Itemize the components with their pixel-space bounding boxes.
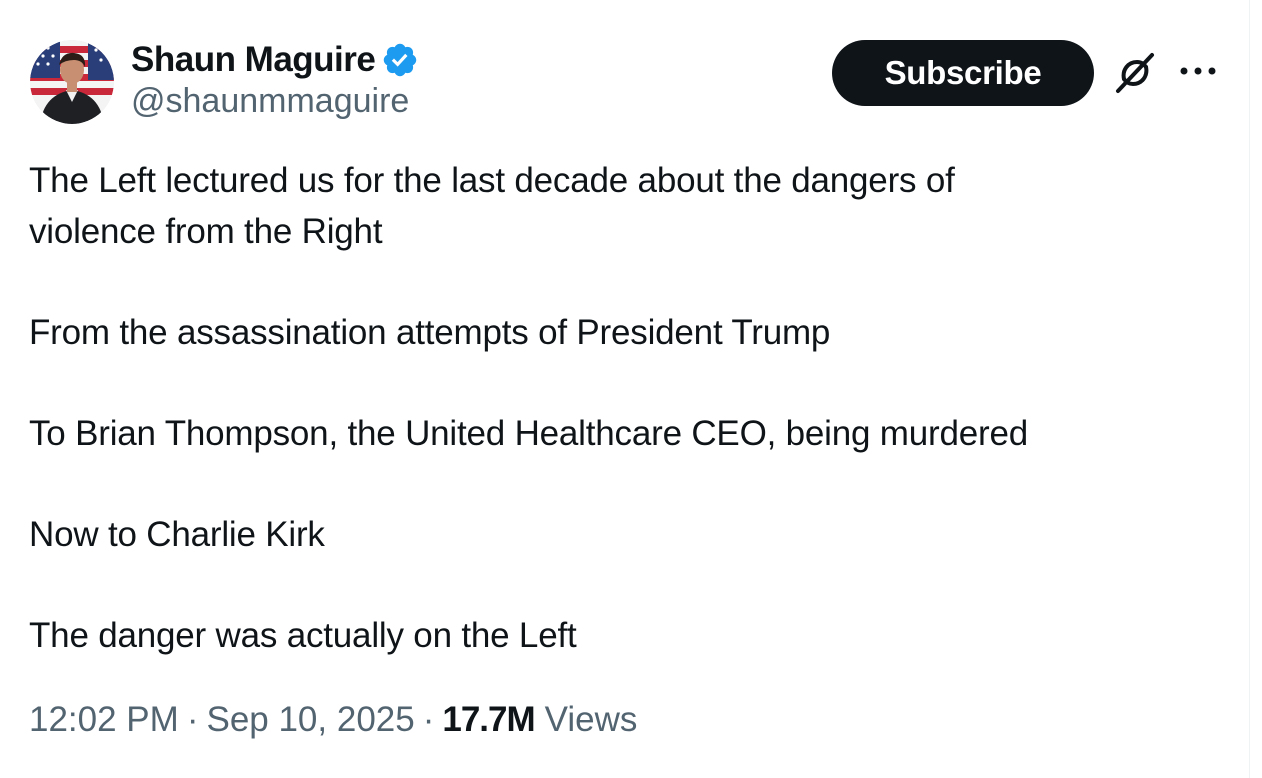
author-display-name[interactable]: Shaun Maguire [131, 40, 376, 80]
avatar[interactable] [30, 40, 114, 124]
meta-separator: · [422, 700, 435, 739]
tweet-text: The Left lectured us for the last decade… [29, 156, 1209, 662]
tweet-line: violence from the Right [29, 211, 383, 251]
right-divider [1249, 0, 1262, 778]
subscribe-button[interactable]: Subscribe [832, 40, 1094, 106]
author-name-row: Shaun Maguire [131, 38, 419, 82]
avatar-image [30, 40, 114, 124]
tweet-line: The Left lectured us for the last decade… [29, 161, 955, 200]
tweet-time[interactable]: 12:02 PM [29, 700, 179, 740]
tweet: Shaun Maguire @shaunmmaguire Subscribe T… [0, 0, 1250, 778]
views-label: Views [544, 700, 638, 739]
views-count[interactable]: 17.7M [442, 700, 535, 740]
more-options-icon[interactable] [1176, 56, 1220, 86]
author-handle[interactable]: @shaunmmaguire [131, 82, 409, 121]
tweet-date[interactable]: Sep 10, 2025 [206, 700, 414, 740]
tweet-meta: 12:02 PM · Sep 10, 2025 · 17.7M Views [29, 700, 637, 740]
tweet-line: To Brian Thompson, the United Healthcare… [29, 413, 1029, 453]
tweet-line: From the assassination attempts of Presi… [29, 312, 831, 352]
tweet-line: The danger was actually on the Left [29, 616, 577, 656]
grok-icon[interactable] [1110, 48, 1160, 98]
tweet-line: Now to Charlie Kirk [29, 515, 325, 555]
verified-badge-icon[interactable] [381, 41, 419, 79]
meta-separator: · [186, 700, 199, 739]
